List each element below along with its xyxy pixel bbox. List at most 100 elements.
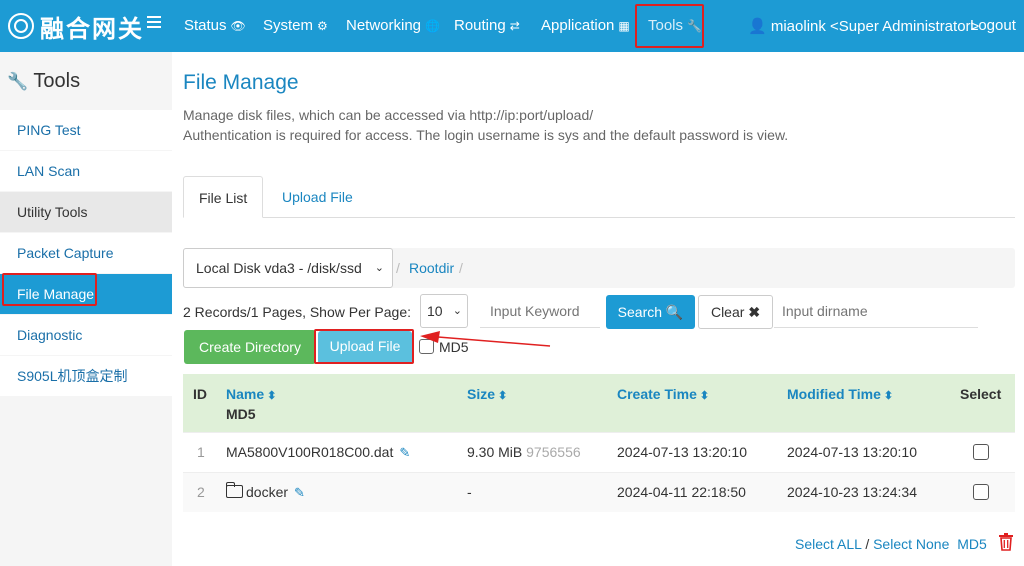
sidebar-item-s905l[interactable]: S905L机顶盒定制 — [0, 356, 172, 396]
column-modified-time[interactable]: Modified Time ⬍ — [787, 386, 893, 402]
row-size: 9.30 MiB 9756556 — [467, 444, 581, 460]
sidebar-item-lan-scan[interactable]: LAN Scan — [0, 151, 172, 191]
row-id: 2 — [197, 484, 205, 500]
nav-networking[interactable]: Networking 🌐 — [346, 17, 440, 34]
tab-upload-file[interactable]: Upload File — [267, 176, 368, 218]
nav-networking-label: Networking — [346, 17, 422, 34]
create-directory-button[interactable]: Create Directory — [184, 330, 316, 364]
md5-link[interactable]: MD5 — [957, 536, 987, 552]
column-id: ID — [193, 386, 207, 402]
tab-bar: File List Upload File — [183, 176, 1015, 218]
column-name[interactable]: Name ⬍ — [226, 386, 276, 402]
table-row: 1 MA5800V100R018C00.dat ✎ 9.30 MiB 975655… — [183, 432, 1015, 472]
globe-icon: 🌐 — [425, 19, 440, 33]
column-modified-label: Modified Time — [787, 386, 881, 402]
sidebar-item-packet-capture[interactable]: Packet Capture — [0, 233, 172, 273]
nav-system-label: System — [263, 17, 314, 34]
gear-icon: ⚙ — [317, 19, 328, 33]
sidebar: 🔧 Tools PING Test LAN Scan Utility Tools… — [0, 52, 172, 566]
search-button[interactable]: Search 🔍 — [606, 295, 695, 329]
brand-title: 融合网关 — [40, 13, 144, 43]
file-name-link[interactable]: MA5800V100R018C00.dat — [226, 444, 393, 460]
row-modified-time: 2024-10-23 13:24:34 — [787, 484, 917, 500]
sidebar-item-diagnostic[interactable]: Diagnostic — [0, 315, 172, 355]
user-icon: 👤 — [748, 18, 767, 35]
shuffle-icon: ⇄ — [509, 19, 520, 33]
nav-status-label: Status — [184, 17, 227, 34]
column-md5: MD5 — [226, 406, 256, 422]
breadcrumb: Local Disk vda3 - /disk/ssd ⌄ / Rootdir … — [183, 248, 1015, 288]
user-menu[interactable]: 👤 miaolink <Super Administrator> — [748, 17, 979, 35]
highlight-box-upload — [314, 329, 414, 364]
column-size[interactable]: Size ⬍ — [467, 386, 507, 402]
row-name-cell: docker ✎ — [225, 482, 305, 501]
logout-link[interactable]: Logout — [970, 17, 1016, 34]
column-size-label: Size — [467, 386, 496, 402]
footer-separator: / — [865, 536, 870, 552]
description-line-2: Authentication is required for access. T… — [183, 127, 789, 143]
sidebar-title-label: Tools — [33, 70, 81, 92]
size-bytes: 9756556 — [526, 444, 581, 460]
size-human: 9.30 MiB — [467, 444, 523, 460]
row-select-checkbox[interactable] — [973, 484, 989, 500]
row-size: - — [467, 484, 472, 500]
sidebar-item-ping-test[interactable]: PING Test — [0, 110, 172, 150]
select-none-link[interactable]: Select None — [873, 536, 949, 552]
records-info: 2 Records/1 Pages, Show Per Page: — [183, 304, 412, 320]
nav-application[interactable]: Application ▦ — [541, 17, 630, 34]
nav-routing-label: Routing — [454, 17, 506, 34]
row-name-cell: MA5800V100R018C00.dat ✎ — [226, 444, 410, 461]
row-select-checkbox[interactable] — [973, 444, 989, 460]
highlight-box-file-manage — [2, 273, 97, 306]
brand-logo-icon — [8, 13, 34, 39]
row-modified-time: 2024-07-13 13:20:10 — [787, 444, 917, 460]
annotation-arrow-icon — [420, 331, 551, 347]
dirname-input[interactable] — [774, 294, 978, 328]
folder-icon — [225, 482, 243, 498]
column-create-time[interactable]: Create Time ⬍ — [617, 386, 709, 402]
folder-name-link[interactable]: docker — [246, 484, 288, 500]
table-footer-actions: Select ALL / Select None MD5 — [795, 536, 987, 552]
column-create-label: Create Time — [617, 386, 697, 402]
wrench-icon: 🔧 — [7, 72, 29, 91]
grid-icon: ▦ — [618, 19, 630, 33]
brand[interactable]: 融合网关 — [8, 10, 144, 43]
breadcrumb-separator: / — [396, 260, 400, 276]
user-name: miaolink <Super Administrator> — [770, 18, 980, 35]
clear-button-label: Clear — [710, 304, 745, 320]
search-button-label: Search — [617, 304, 663, 320]
search-icon: 🔍 — [665, 304, 684, 320]
breadcrumb-separator: / — [459, 260, 463, 276]
per-page-value: 10 — [427, 303, 443, 319]
nav-routing[interactable]: Routing ⇄ — [454, 17, 520, 34]
disk-select[interactable]: Local Disk vda3 - /disk/ssd ⌄ — [183, 248, 393, 288]
tab-file-list[interactable]: File List — [183, 176, 264, 218]
select-all-link[interactable]: Select ALL — [795, 536, 861, 552]
close-icon: ✖ — [748, 304, 761, 320]
page-title: File Manage — [183, 71, 299, 94]
sidebar-title: 🔧 Tools — [7, 70, 80, 93]
edit-icon[interactable]: ✎ — [399, 445, 410, 460]
highlight-box-tools — [635, 4, 704, 48]
disk-select-value: Local Disk vda3 - /disk/ssd — [196, 260, 362, 276]
sort-icon: ⬍ — [699, 390, 710, 402]
sidebar-item-utility-tools[interactable]: Utility Tools — [0, 192, 172, 232]
trash-icon[interactable] — [998, 533, 1014, 551]
clear-button[interactable]: Clear ✖ — [698, 295, 773, 329]
sort-icon: ⬍ — [498, 390, 508, 402]
row-create-time: 2024-04-11 22:18:50 — [617, 484, 746, 500]
per-page-select[interactable]: 10 ⌄ — [420, 294, 468, 328]
nav-system[interactable]: System ⚙ — [263, 17, 328, 34]
table-row: 2 docker ✎ - 2024-04-11 22:18:50 2024-10-… — [183, 472, 1015, 512]
table-header: ID Name ⬍ MD5 Size ⬍ Create Time ⬍ Modified… — [183, 374, 1015, 432]
sort-icon: ⬍ — [883, 390, 894, 402]
edit-icon[interactable]: ✎ — [294, 485, 305, 500]
breadcrumb-rootdir[interactable]: Rootdir — [409, 260, 454, 276]
menu-toggle-icon[interactable] — [147, 16, 161, 30]
description-line-1: Manage disk files, which can be accessed… — [183, 107, 594, 123]
nav-status[interactable]: Status 👁 — [184, 17, 246, 34]
top-navbar: 融合网关 Status 👁 System ⚙ Networking 🌐 Routing… — [0, 0, 1024, 52]
nav-application-label: Application — [541, 17, 615, 34]
column-select: Select — [960, 386, 1002, 402]
keyword-input[interactable] — [480, 294, 600, 328]
